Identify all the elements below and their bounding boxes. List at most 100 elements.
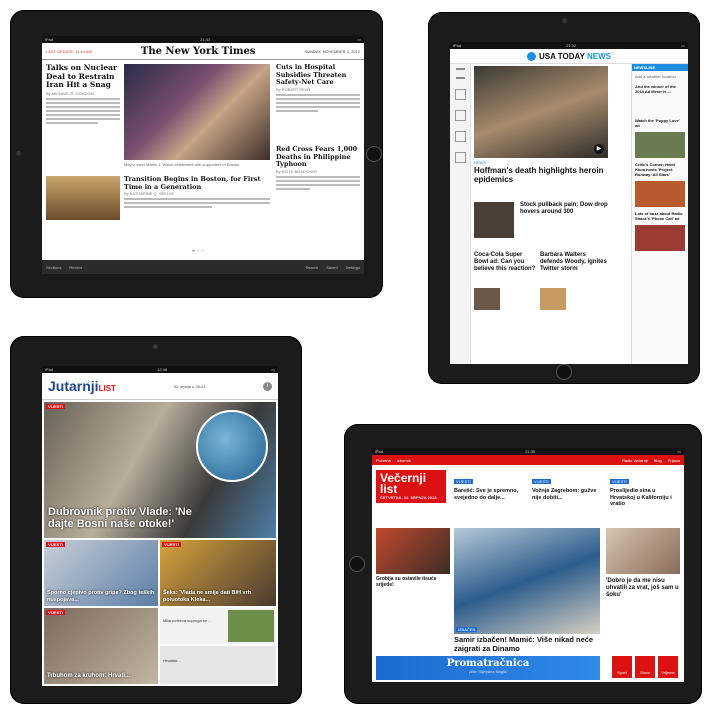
rail-item[interactable]: Lots of buzz about Radio Shack's 'Phone …: [632, 209, 688, 223]
nyt-masthead: LAST UPDATE: 11:14 AM The New York Times…: [42, 43, 364, 60]
story-boston[interactable]: Transition Begins in Boston, for First T…: [124, 175, 270, 210]
main-headline[interactable]: Samir izbačen! Mamić: Više nikad neće za…: [454, 635, 600, 653]
tile-story[interactable]: Hrvatski...: [160, 646, 276, 684]
story-thumb[interactable]: [474, 202, 514, 238]
side-story-photo[interactable]: [606, 528, 680, 574]
tile-headline: Milanovićeva supruga ne...: [163, 618, 211, 623]
rail-video-thumb[interactable]: [635, 181, 685, 207]
radio-button[interactable]: Radio Večernji: [622, 458, 648, 463]
lead-story[interactable]: VIJESTI Dubrovnik protiv Vlade: 'Ne dajt…: [44, 402, 276, 538]
story-hospital[interactable]: Cuts in Hospital Subsidies Threaten Safe…: [276, 63, 360, 114]
main-story-photo[interactable]: IZBAČEN: [454, 528, 600, 634]
login-button[interactable]: Prijava: [668, 458, 680, 463]
tile-story[interactable]: VIJESTI Trbuhom za kruhom: Hrvati...: [44, 608, 158, 684]
edition-date: 30. srpnja u 23:24: [173, 383, 206, 389]
section-icon[interactable]: [454, 131, 466, 142]
bottom-toolbar: Sections Recent Search Saved Settings: [42, 260, 364, 274]
ipad-nyt: iPad 21:32 ▭ LAST UPDATE: 11:14 AM The New…: [10, 10, 383, 298]
category-tag: VIJESTI: [454, 479, 473, 484]
story-photo-small[interactable]: [46, 176, 120, 220]
add-weather-link[interactable]: Add a weather location: [632, 71, 688, 82]
tile-story[interactable]: VIJESTI Sporno cjepivo protiv gripe? Zbo…: [44, 540, 158, 606]
lead-photo[interactable]: [124, 64, 270, 160]
tile-story[interactable]: Milanovićeva supruga ne...: [160, 608, 276, 644]
story-thumb[interactable]: [474, 288, 500, 310]
menu-nav-button[interactable]: Izbornik: [397, 458, 411, 463]
usa-header: USA TODAY NEWS: [450, 49, 688, 64]
promatracnica-banner[interactable]: Promatračnica piše: Stjepana Naglić: [376, 656, 600, 680]
story-coke[interactable]: Coca-Cola Super Bowl ad: Can you believe…: [474, 252, 536, 273]
lead-headline[interactable]: Hoffman's death highlights heroin epidem…: [474, 166, 608, 184]
story-byline: By KATHARINE Q. SEELYE: [124, 191, 175, 196]
sport-icon[interactable]: Sport: [612, 656, 632, 678]
story-iran[interactable]: Talks on Nuclear Deal to Restrain Iran H…: [46, 63, 120, 126]
section-icon[interactable]: [454, 110, 466, 121]
status-time: 21:32: [566, 43, 577, 48]
home-button[interactable]: [556, 364, 572, 380]
section-icon[interactable]: [454, 152, 466, 163]
home-button[interactable]: [366, 146, 382, 162]
story-title: Transition Begins in Boston, for First T…: [124, 175, 261, 191]
vecernji-screen: iPad 21:35 ▭ Početna Izbornik Radio Večernj…: [372, 448, 684, 682]
rail-video-thumb[interactable]: [635, 132, 685, 158]
lead-headline: Dubrovnik protiv Vlade: 'Ne dajte Bosni …: [48, 506, 192, 530]
tile-story[interactable]: VIJESTI Šeks: 'Vlada ne smije dati BiH v…: [160, 540, 276, 606]
top-story[interactable]: VIJESTI Vožnja Zagrebom: gužve nije dobi…: [532, 470, 604, 501]
top-story[interactable]: VIJESTI Proslijedio sina u Hrvatskoj u K…: [610, 470, 680, 508]
tile-headline: Hrvatski...: [163, 658, 181, 663]
story-title: Cuts in Hospital Subsidies Threaten Safe…: [276, 63, 347, 86]
top-story[interactable]: VIJESTI Baretić: Sve je spremno, svejedn…: [454, 470, 526, 501]
newsline-rail: NEWSLINE Add a weather location And the …: [631, 64, 688, 364]
category-tag: VIJESTI: [46, 542, 65, 547]
left-story-headline[interactable]: Grobija su ostavile tisuće srijede!: [376, 576, 450, 588]
menu-icon[interactable]: [455, 68, 465, 79]
rail-video-thumb[interactable]: [635, 225, 685, 251]
camera-dot: [153, 344, 158, 349]
brand-name: USA TODAY: [538, 51, 585, 61]
info-icon[interactable]: i: [262, 381, 272, 391]
show-icon[interactable]: Show: [635, 656, 655, 678]
story-byline: By KEITH BRADSHER: [276, 168, 317, 174]
vecernji-logo[interactable]: Večernji list ČETVRTAK, 31. SRPNJA 2013.: [376, 470, 446, 503]
usatoday-screen: iPad 21:32 ▭ USA TODAY NEWS ▶ NEWS Hoffman…: [450, 42, 688, 364]
last-update: LAST UPDATE: 11:14 AM: [46, 48, 92, 54]
story-thumb[interactable]: [540, 288, 566, 310]
story-stock[interactable]: Stock pullback pain: Dow drop hovers aro…: [520, 202, 608, 216]
story-typhoon[interactable]: Red Cross Fears 1,000 Deaths in Philippi…: [276, 145, 360, 192]
toolbar-saved-button[interactable]: Saved: [326, 265, 337, 270]
story-walters[interactable]: Barbara Walters defends Woody, ignites T…: [540, 252, 608, 273]
side-quote[interactable]: 'Dobro je da me nisu uhvatili za vrat, j…: [606, 578, 680, 599]
story-headline: Proslijedio sina u Hrvatskoj u Kaliforni…: [610, 488, 672, 507]
play-icon[interactable]: ▶: [594, 144, 604, 154]
jutarnji-logo: JutarnjiLIST: [48, 378, 116, 394]
status-carrier: iPad: [45, 37, 54, 42]
jutarnji-masthead: JutarnjiLIST 30. srpnja u 23:24 i: [42, 373, 278, 400]
nyt-screen: iPad 21:32 ▭ LAST UPDATE: 11:14 AM The New…: [42, 36, 364, 274]
rail-item[interactable]: And the winner of the 2014 Ad Meter is .…: [632, 82, 688, 96]
usatoday-logo-icon: [526, 51, 536, 61]
rail-item[interactable]: Critic's Corner: Heidi Klum hosts 'Proje…: [632, 160, 688, 179]
rail-item[interactable]: Watch the 'Puppy Love' ad: [632, 116, 688, 130]
story-byline: By ROBERT PEAR: [276, 86, 311, 92]
bottom-icon-row: Sport Show Vrijeme: [612, 656, 678, 678]
newsline-header: NEWSLINE: [632, 64, 688, 71]
story-byline: By MICHAEL R. GORDON: [46, 90, 94, 96]
toolbar-search-button[interactable]: Search: [306, 265, 319, 270]
ipad-vecernji: iPad 21:35 ▭ Početna Izbornik Radio Večernj…: [344, 424, 702, 704]
toolbar-settings-button[interactable]: Settings: [346, 265, 360, 270]
home-nav-button[interactable]: Početna: [376, 458, 391, 463]
battery-icon: ▭: [677, 449, 681, 454]
status-bar: iPad 21:35 ▭: [372, 448, 684, 455]
toolbar-recent-button[interactable]: Recent: [69, 265, 82, 270]
section-icon[interactable]: [454, 89, 466, 100]
status-time: 21:32: [200, 37, 211, 42]
blog-button[interactable]: Blog: [654, 458, 662, 463]
home-button[interactable]: [349, 556, 365, 572]
nyt-logo: The New York Times: [140, 45, 256, 57]
lead-video[interactable]: ▶: [474, 66, 608, 158]
weather-icon[interactable]: Vrijeme: [658, 656, 678, 678]
camera-dot: [562, 18, 567, 23]
left-story-photo[interactable]: [376, 528, 450, 574]
toolbar-sections-button[interactable]: Sections: [46, 265, 61, 270]
status-time: 12:46: [157, 367, 168, 372]
